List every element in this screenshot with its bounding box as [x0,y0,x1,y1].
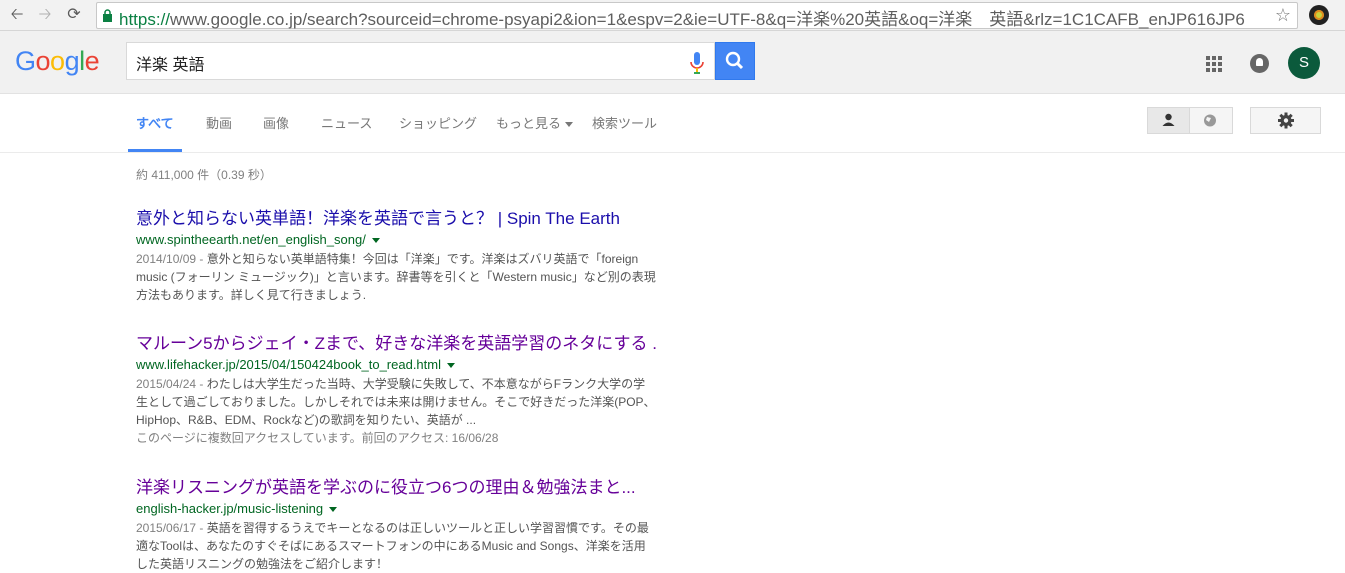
result-stats: 約 411,000 件（0.39 秒） [136,168,272,182]
result-url: english-hacker.jp/music-listening [136,500,656,518]
extension-icon[interactable] [1309,5,1329,25]
account-avatar[interactable]: S [1288,47,1320,79]
result-date: 2015/04/24 - [136,377,207,391]
tab-more-label: もっと見る [496,116,562,131]
result-url-text: english-hacker.jp/music-listening [136,501,324,516]
google-header: Google 洋楽 英語 S [0,31,1345,94]
search-result: 意外と知らない英単語！洋楽を英語で言うと？ | Spin The Earth w… [136,208,656,304]
result-snippet: 2015/04/24 - わたしは大学生だった当時、大学受験に失敗して、不本意な… [136,375,656,429]
url-options-caret-icon[interactable] [447,363,455,369]
search-tabs: すべて 動画 画像 ニュース ショッピング もっと見る 検索ツール [0,94,1345,153]
result-snippet: 2014/10/09 - 意外と知らない英単語特集！今回は「洋楽」です。洋楽はズ… [136,250,656,304]
url-scheme: https:// [119,10,171,29]
logo-letter: o [50,46,65,76]
browser-toolbar: 🡠 🡢 ⟳ https://www.google.co.jp/search?so… [0,0,1345,31]
notifications-bell-icon[interactable] [1250,54,1269,73]
google-logo[interactable]: Google [15,46,100,77]
result-snippet-text: 英語を習得するうえでキーとなるのは正しいツールと正しい学習習慣です。その最適なT… [136,521,649,571]
caret-down-icon [565,122,574,128]
forward-icon[interactable]: 🡢 [35,5,55,25]
result-url: www.lifehacker.jp/2015/04/150424book_to_… [136,356,656,374]
tab-images[interactable]: 画像 [263,113,289,132]
result-date: 2014/10/09 - [136,252,207,266]
url-options-caret-icon[interactable] [329,507,338,513]
search-button[interactable] [715,42,755,80]
logo-letter: o [35,46,51,76]
result-title-link[interactable]: 洋楽リスニングが英語を学ぶのに役立つ6つの理由＆勉強法まと... [136,477,656,499]
settings-button[interactable] [1250,107,1321,134]
logo-letter: G [15,46,36,76]
result-snippet: 2015/06/17 - 英語を習得するうえでキーとなるのは正しいツールと正しい… [136,519,656,573]
tab-shopping[interactable]: ショッピング [399,113,477,132]
tab-news[interactable]: ニュース [321,113,372,132]
gear-icon [1278,112,1294,129]
search-input[interactable]: 洋楽 英語 [136,51,666,75]
search-result: 洋楽リスニングが英語を学ぶのに役立つ6つの理由＆勉強法まと... english… [136,477,656,573]
url-path: www.google.co.jp/search?sourceid=chrome-… [170,10,1245,29]
result-url-text: www.spintheearth.net/en_english_song/ [136,232,366,247]
global-results-toggle[interactable] [1190,107,1233,134]
result-title-link[interactable]: マルーン5からジェイ・Zまで、好きな洋楽を英語学習のネタにする ... [136,333,656,355]
result-snippet-text: わたしは大学生だった当時、大学受験に失敗して、不本意ながらFランク大学の学生とし… [136,377,656,427]
result-title-link[interactable]: 意外と知らない英単語！洋楽を英語で言うと？ | Spin The Earth [136,208,656,230]
search-box: 洋楽 英語 [126,42,715,80]
url-text[interactable]: https://www.google.co.jp/search?sourceid… [119,5,1269,30]
url-options-caret-icon[interactable] [371,238,380,244]
result-snippet-text: 意外と知らない英単語特集！今回は「洋楽」です。洋楽はズバリ英語で「foreign… [136,252,656,302]
logo-letter: e [84,46,100,76]
personal-results-toggle[interactable] [1147,107,1190,134]
apps-grid-icon[interactable] [1206,56,1223,73]
address-bar[interactable]: https://www.google.co.jp/search?sourceid… [96,2,1298,29]
person-icon [1162,113,1175,126]
search-icon [725,51,744,70]
microphone-icon[interactable] [690,52,704,74]
reload-icon[interactable]: ⟳ [64,5,84,25]
tab-more[interactable]: もっと見る [496,113,574,132]
tab-search-tools[interactable]: 検索ツール [592,113,657,132]
result-date: 2015/06/17 - [136,521,207,535]
active-tab-indicator [128,149,182,152]
globe-icon [1204,114,1216,127]
result-url-text: www.lifehacker.jp/2015/04/150424book_to_… [136,357,441,372]
tab-all[interactable]: すべて [136,113,174,132]
result-url: www.spintheearth.net/en_english_song/ [136,231,656,249]
visit-history-note: このページに複数回アクセスしています。前回のアクセス: 16/06/28 [136,431,499,445]
tab-videos[interactable]: 動画 [206,113,232,132]
lock-icon [103,9,112,22]
back-icon[interactable]: 🡠 [7,5,27,25]
search-result: マルーン5からジェイ・Zまで、好きな洋楽を英語学習のネタにする ... www.… [136,333,656,447]
logo-letter: g [64,46,80,76]
star-icon[interactable]: ☆ [1275,5,1291,26]
